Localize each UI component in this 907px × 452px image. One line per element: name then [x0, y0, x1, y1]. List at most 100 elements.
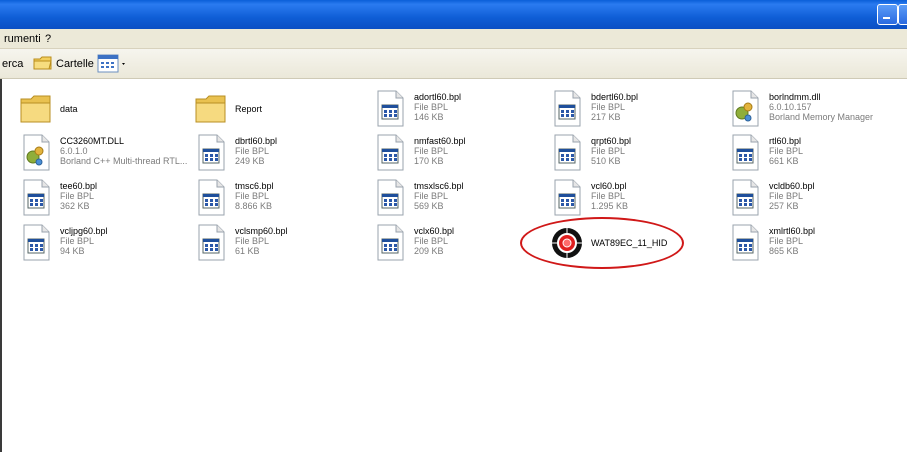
bpl-file-icon [18, 223, 54, 263]
file-name: dbrtl60.bpl [235, 136, 278, 146]
bpl-file-icon [372, 223, 408, 263]
file-item[interactable]: CC3260MT.DLL 6.0.1.0 Borland C++ Multi-thr… [18, 133, 188, 177]
file-name: data [60, 104, 78, 114]
bpl-file-icon [549, 178, 585, 218]
bpl-file-icon [727, 223, 763, 263]
file-type: File BPL [414, 102, 449, 112]
menu-item-help[interactable]: ? [45, 33, 51, 45]
menu-item-strumenti[interactable]: rumenti [4, 33, 41, 45]
file-size: 362 KB [60, 201, 90, 211]
file-name: rtl60.bpl [769, 136, 802, 146]
file-name: tmsc6.bpl [235, 181, 274, 191]
file-type: 6.0.10.157 [769, 102, 812, 112]
file-size: Borland C++ Multi-thread RTL... [60, 156, 188, 166]
file-item[interactable]: nmfast60.bpl File BPL 170 KB [372, 133, 542, 177]
file-item[interactable]: borlndmm.dll 6.0.10.157 Borland Memory Man… [727, 89, 897, 133]
file-text: rtl60.bpl File BPL 661 KB [769, 136, 803, 166]
file-item[interactable]: tmsxlsc6.bpl File BPL 569 KB [372, 178, 542, 222]
file-type: File BPL [591, 191, 626, 201]
file-type: File BPL [414, 236, 449, 246]
file-text: tmsxlsc6.bpl File BPL 569 KB [414, 181, 464, 211]
file-name: xmlrtl60.bpl [769, 226, 816, 236]
file-text: bdertl60.bpl File BPL 217 KB [591, 92, 638, 122]
file-item[interactable]: vcl60.bpl File BPL 1.295 KB [549, 178, 719, 222]
file-type: File BPL [414, 191, 449, 201]
file-name: CC3260MT.DLL [60, 136, 125, 146]
file-text: vclsmp60.bpl File BPL 61 KB [235, 226, 288, 256]
file-name: vcldb60.bpl [769, 181, 815, 191]
file-name: vclsmp60.bpl [235, 226, 288, 236]
bpl-file-icon [193, 133, 229, 173]
file-text: tmsc6.bpl File BPL 8.866 KB [235, 181, 274, 211]
file-type: File BPL [235, 191, 270, 201]
bpl-file-icon [549, 89, 585, 129]
file-item[interactable]: dbrtl60.bpl File BPL 249 KB [193, 133, 363, 177]
bpl-file-icon [372, 178, 408, 218]
file-text: CC3260MT.DLL 6.0.1.0 Borland C++ Multi-thr… [60, 136, 187, 166]
file-size: 8.866 KB [235, 201, 273, 211]
file-text: xmlrtl60.bpl File BPL 865 KB [769, 226, 815, 256]
file-size: 170 KB [414, 156, 444, 166]
file-item[interactable]: tmsc6.bpl File BPL 8.866 KB [193, 178, 363, 222]
toolbar: erca Cartelle [0, 49, 907, 79]
file-size: 1.295 KB [591, 201, 629, 211]
folder-icon [193, 89, 229, 129]
file-text: qrpt60.bpl File BPL 510 KB [591, 136, 631, 166]
file-name: bdertl60.bpl [591, 92, 639, 102]
file-item[interactable]: Report [193, 89, 363, 133]
file-name: nmfast60.bpl [414, 136, 466, 146]
file-name: vclx60.bpl [414, 226, 455, 236]
file-text: vcljpg60.bpl File BPL 94 KB [60, 226, 108, 256]
bpl-file-icon [727, 178, 763, 218]
file-item[interactable]: tee60.bpl File BPL 362 KB [18, 178, 188, 222]
file-name: borlndmm.dll [769, 92, 821, 102]
file-text: nmfast60.bpl File BPL 170 KB [414, 136, 466, 166]
bpl-file-icon [193, 178, 229, 218]
file-item[interactable]: bdertl60.bpl File BPL 217 KB [549, 89, 719, 133]
dll-file-icon [18, 133, 54, 173]
file-type: File BPL [235, 236, 270, 246]
file-size: 661 KB [769, 156, 799, 166]
file-type: File BPL [591, 102, 626, 112]
file-name: vcljpg60.bpl [60, 226, 108, 236]
file-item[interactable]: vclsmp60.bpl File BPL 61 KB [193, 223, 363, 267]
file-text: vcl60.bpl File BPL 1.295 KB [591, 181, 628, 211]
bpl-file-icon [372, 133, 408, 173]
file-text: vcldb60.bpl File BPL 257 KB [769, 181, 815, 211]
file-item[interactable]: vcljpg60.bpl File BPL 94 KB [18, 223, 188, 267]
file-name: vcl60.bpl [591, 181, 627, 191]
bpl-file-icon [18, 178, 54, 218]
file-item[interactable]: vclx60.bpl File BPL 209 KB [372, 223, 542, 267]
file-item[interactable]: xmlrtl60.bpl File BPL 865 KB [727, 223, 897, 267]
minimize-button[interactable] [877, 4, 898, 25]
file-type: File BPL [60, 191, 95, 201]
file-size: 146 KB [414, 112, 444, 122]
file-type: File BPL [60, 236, 95, 246]
menu-bar: rumenti ? [0, 29, 907, 49]
file-item[interactable]: data [18, 89, 188, 133]
highlight-ellipse [520, 217, 684, 269]
file-type: 6.0.1.0 [60, 146, 88, 156]
folders-button-label[interactable]: Cartelle [56, 58, 94, 70]
file-name: qrpt60.bpl [591, 136, 632, 146]
file-item[interactable]: adortl60.bpl File BPL 146 KB [372, 89, 542, 133]
folders-icon[interactable] [33, 55, 53, 71]
file-type: File BPL [591, 146, 626, 156]
bpl-file-icon [193, 223, 229, 263]
file-item[interactable]: rtl60.bpl File BPL 661 KB [727, 133, 897, 177]
folder-icon [18, 89, 54, 129]
file-name: tee60.bpl [60, 181, 98, 191]
file-size: 510 KB [591, 156, 621, 166]
dll-file-icon [727, 89, 763, 129]
views-icon[interactable] [97, 54, 129, 74]
file-text: data [60, 104, 78, 114]
maximize-button[interactable] [898, 4, 907, 25]
file-item[interactable]: qrpt60.bpl File BPL 510 KB [549, 133, 719, 177]
file-text: tee60.bpl File BPL 362 KB [60, 181, 97, 211]
file-size: 249 KB [235, 156, 265, 166]
file-name: Report [235, 104, 263, 114]
file-name: tmsxlsc6.bpl [414, 181, 464, 191]
file-type: File BPL [414, 146, 449, 156]
file-item[interactable]: vcldb60.bpl File BPL 257 KB [727, 178, 897, 222]
search-button-label[interactable]: erca [2, 58, 23, 70]
